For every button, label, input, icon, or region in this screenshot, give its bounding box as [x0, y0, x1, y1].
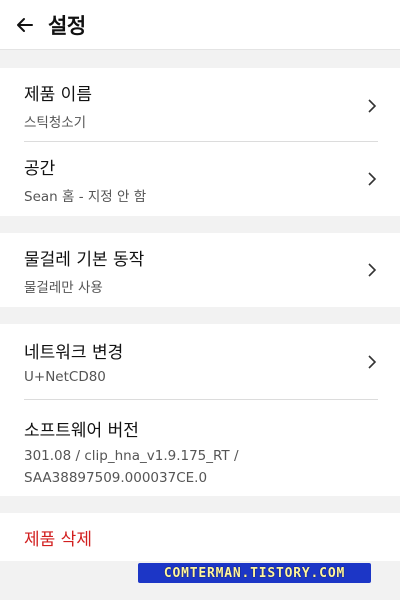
chevron-right-icon: [366, 98, 378, 114]
network-change-label: 네트워크 변경: [24, 343, 124, 363]
product-name-value: 스틱청소기: [24, 115, 87, 131]
network-section: 네트워크 변경 U+NetCD80 소프트웨어 버전 301.08 / clip…: [0, 324, 400, 496]
watermark: COMTERMAN.TISTORY.COM: [138, 563, 371, 583]
mop-section: 물걸레 기본 동작 물걸레만 사용: [0, 233, 400, 307]
network-change-row[interactable]: 네트워크 변경 U+NetCD80: [24, 324, 378, 400]
space-row[interactable]: 공간 Sean 홈 - 지정 안 함: [24, 142, 378, 216]
chevron-right-icon: [366, 262, 378, 278]
page-title: 설정: [48, 13, 86, 38]
app-header: 설정: [0, 0, 400, 50]
arrow-left-icon[interactable]: [14, 14, 36, 36]
mop-default-value: 물걸레만 사용: [24, 279, 103, 296]
delete-product-button[interactable]: 제품 삭제: [24, 525, 92, 550]
software-version-line2: SAA38897509.000037CE.0: [24, 470, 208, 486]
mop-default-row[interactable]: 물걸레 기본 동작 물걸레만 사용: [24, 233, 378, 307]
network-change-value: U+NetCD80: [24, 369, 106, 385]
product-name-label: 제품 이름: [24, 85, 92, 105]
chevron-right-icon: [366, 171, 378, 187]
space-label: 공간: [24, 158, 56, 179]
delete-section[interactable]: 제품 삭제: [0, 513, 400, 561]
software-version-label: 소프트웨어 버전: [24, 421, 139, 441]
product-section: 제품 이름 스틱청소기 공간 Sean 홈 - 지정 안 함: [0, 68, 400, 216]
mop-default-label: 물걸레 기본 동작: [24, 249, 145, 270]
space-value: Sean 홈 - 지정 안 함: [24, 188, 147, 205]
software-version-line1: 301.08 / clip_hna_v1.9.175_RT /: [24, 448, 239, 464]
product-name-row[interactable]: 제품 이름 스틱청소기: [24, 68, 378, 142]
chevron-right-icon: [366, 354, 378, 370]
software-version-row: 소프트웨어 버전 301.08 / clip_hna_v1.9.175_RT /…: [24, 400, 378, 496]
